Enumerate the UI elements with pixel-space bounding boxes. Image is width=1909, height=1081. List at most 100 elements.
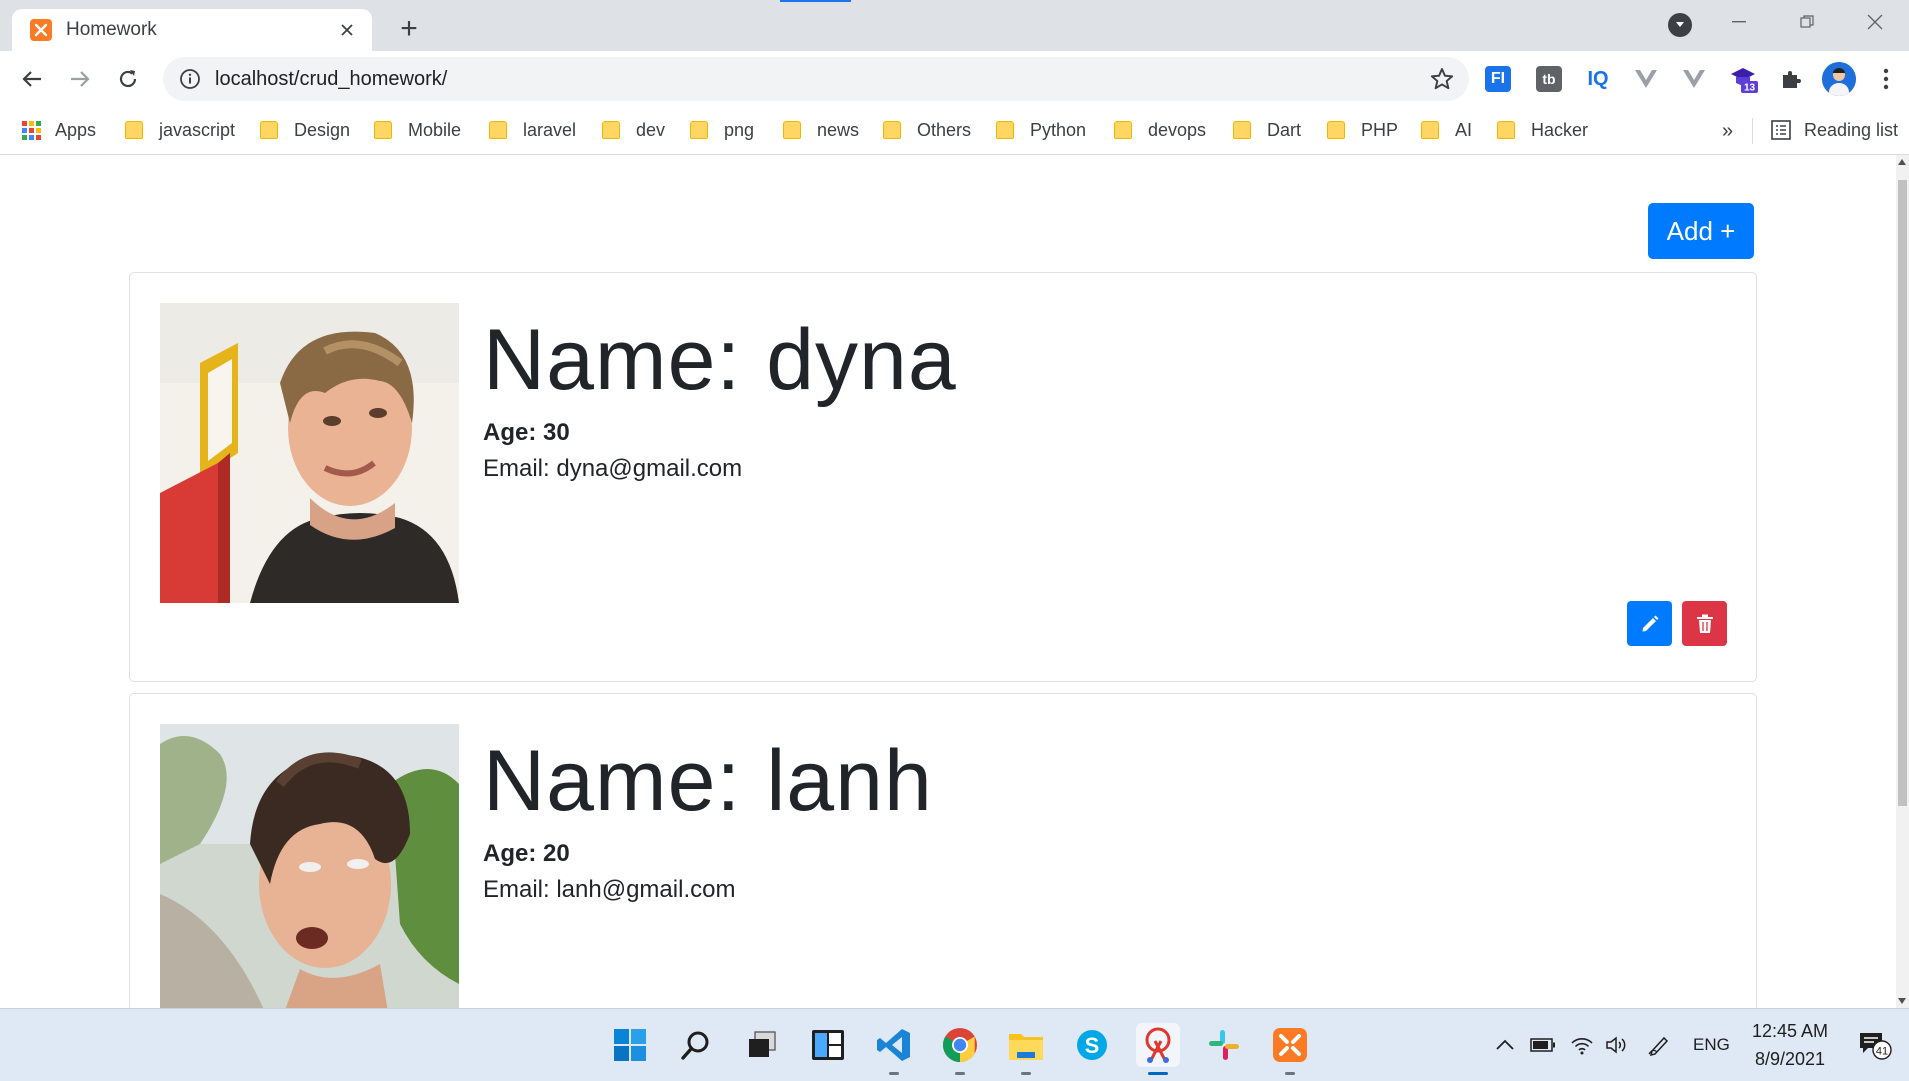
active-indicator [1148,1072,1168,1075]
fi-extension-icon[interactable]: FI [1485,66,1511,92]
wifi-icon[interactable] [1570,1009,1594,1081]
restore-icon[interactable] [1773,0,1841,44]
scroll-up-arrow-icon[interactable] [1898,159,1906,165]
graduation-cap-extension-icon[interactable]: 13 [1728,63,1760,95]
profile-avatar[interactable] [1822,62,1856,96]
slack-icon[interactable] [1202,1023,1246,1067]
notification-center-icon[interactable]: 41 [1858,1009,1892,1081]
search-icon[interactable] [674,1023,718,1067]
delete-button[interactable] [1682,601,1727,646]
snipping-tool-icon[interactable] [1136,1023,1180,1075]
add-button[interactable]: Add + [1648,203,1754,259]
tab-close-icon[interactable] [332,15,362,45]
vue-extension-icon[interactable] [1678,63,1710,95]
bookmark-folder-python[interactable]: Python [996,114,1086,146]
trash-icon [1696,614,1713,633]
reload-icon[interactable] [108,59,148,99]
chrome-menu-icon[interactable] [1870,63,1902,95]
folder-icon [883,121,901,139]
folder-icon [1233,121,1251,139]
pencil-icon [1642,615,1658,631]
widgets-icon[interactable] [806,1023,850,1067]
extensions-puzzle-icon[interactable] [1775,63,1807,95]
reading-list-button[interactable]: Reading list [1770,114,1898,146]
page-scrollbar[interactable] [1896,155,1909,1008]
site-info-icon[interactable] [179,68,201,90]
task-view-icon[interactable] [740,1023,784,1067]
bookmark-folder-design[interactable]: Design [260,114,350,146]
vue-devtools-icon[interactable] [1630,63,1662,95]
bookmark-folder-php[interactable]: PHP [1327,114,1398,146]
folder-icon [1327,121,1345,139]
address-bar[interactable]: localhost/crud_homework/ [163,57,1469,101]
iq-extension-icon[interactable]: IQ [1582,63,1614,95]
reading-list-icon [1770,119,1792,141]
loading-indicator [780,0,851,2]
student-card: Name: dyna Age: 30 Email: dyna@gmail.com [129,272,1757,682]
tab-search-icon[interactable] [1668,13,1692,37]
system-clock[interactable]: 12:45 AM 8/9/2021 [1740,1017,1840,1073]
bookmark-folder-mobile[interactable]: Mobile [374,114,461,146]
bookmark-folder-news[interactable]: news [783,114,859,146]
back-arrow-icon[interactable] [12,59,52,99]
bookmarks-divider [1752,118,1753,144]
reading-list-label: Reading list [1804,119,1899,140]
bookmark-folder-png[interactable]: png [690,114,754,146]
new-tab-button[interactable]: + [392,12,426,46]
more-bookmarks-chevron-icon[interactable]: » [1722,120,1733,143]
page-content: Add + Name: dyna Age: 30 Email: dyna@gma… [0,155,1896,1008]
forward-arrow-icon[interactable] [60,59,100,99]
bookmark-folder-dart[interactable]: Dart [1233,114,1301,146]
browser-toolbar: localhost/crud_homework/ FI tb IQ 13 [0,51,1909,106]
student-email: Email: dyna@gmail.com [483,455,743,482]
bookmark-folder-laravel[interactable]: laravel [489,114,576,146]
profile-photo [160,303,459,603]
bookmark-star-icon[interactable] [1429,66,1455,92]
bookmark-label: news [817,119,860,140]
folder-icon [125,121,143,139]
vscode-icon[interactable] [872,1023,916,1075]
bookmark-folder-ai[interactable]: AI [1421,114,1472,146]
bookmark-label: PHP [1361,119,1399,140]
tab-homework[interactable]: Homework [12,9,372,51]
bookmark-label: Design [294,119,351,140]
edit-button[interactable] [1627,601,1672,646]
bookmark-label: javascript [159,119,236,140]
bookmarks-bar: Apps javascript Design Mobile laravel de… [0,106,1909,155]
minimize-icon[interactable] [1705,0,1773,44]
scrollbar-thumb[interactable] [1898,180,1907,806]
show-hidden-icons-chevron-icon[interactable] [1495,1009,1515,1081]
input-language[interactable]: ENG [1693,1009,1730,1081]
tb-extension-icon[interactable]: tb [1536,66,1562,92]
svg-text:S: S [1085,1033,1100,1058]
file-explorer-icon[interactable] [1004,1023,1048,1075]
volume-icon[interactable] [1605,1009,1629,1081]
bookmark-folder-hacker[interactable]: Hacker [1497,114,1588,146]
skype-icon[interactable]: S [1070,1023,1114,1067]
start-windows-icon[interactable] [608,1023,652,1067]
tab-strip: Homework + [0,0,1909,51]
close-window-icon[interactable] [1841,0,1909,44]
bookmark-folder-dev[interactable]: dev [602,114,665,146]
bookmark-label: Hacker [1531,119,1589,140]
battery-icon[interactable] [1530,1009,1556,1081]
bookmark-apps[interactable]: Apps [22,114,96,146]
running-indicator [1285,1072,1295,1075]
windows-taskbar: S ENG 12:45 AM 8/9/2021 41 [0,1008,1909,1081]
folder-icon [1497,121,1515,139]
bookmark-folder-others[interactable]: Others [883,114,971,146]
profile-photo [160,724,459,1008]
scroll-down-arrow-icon[interactable] [1898,998,1906,1004]
student-age: Age: 20 [483,840,570,867]
running-indicator [889,1072,899,1075]
bookmark-folder-javascript[interactable]: javascript [125,114,235,146]
xampp-icon[interactable] [1268,1023,1312,1075]
folder-icon [996,121,1014,139]
bookmark-label: Python [1030,119,1087,140]
bookmark-folder-devops[interactable]: devops [1114,114,1206,146]
chrome-icon[interactable] [938,1023,982,1075]
running-indicator [1021,1072,1031,1075]
folder-icon [489,121,507,139]
bookmark-label: Dart [1267,119,1302,140]
pen-menu-icon[interactable] [1647,1009,1671,1081]
